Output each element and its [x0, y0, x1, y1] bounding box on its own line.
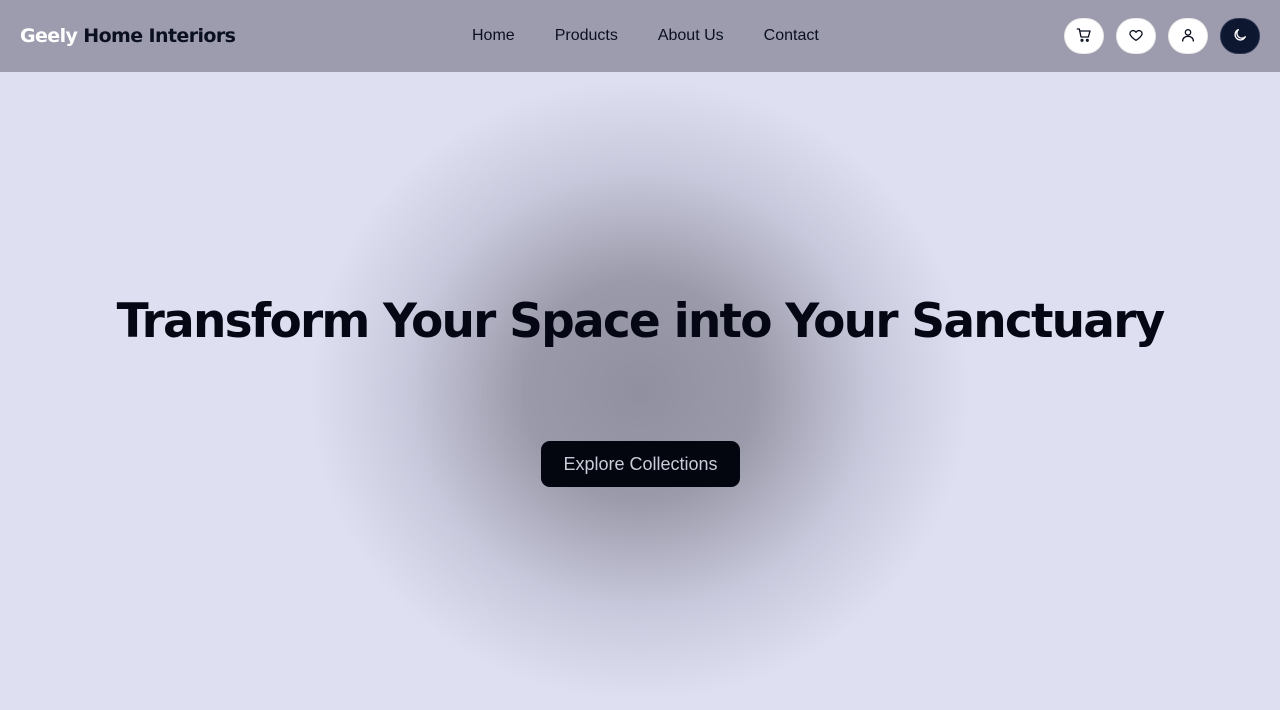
nav-link-products[interactable]: Products	[555, 25, 618, 47]
theme-toggle-button[interactable]	[1220, 18, 1260, 54]
hero-section	[0, 0, 1280, 710]
brand-name-part2: Home Interiors	[83, 25, 236, 47]
nav-link-contact[interactable]: Contact	[764, 25, 819, 47]
moon-icon	[1232, 27, 1248, 46]
nav-link-home[interactable]: Home	[472, 25, 515, 47]
explore-collections-button[interactable]: Explore Collections	[541, 441, 740, 487]
nav-link-about-us[interactable]: About Us	[658, 25, 724, 47]
brand-name-part1: Geely	[20, 25, 78, 47]
navbar: Geely Home Interiors Home Products About…	[0, 0, 1280, 72]
brand-logo[interactable]: Geely Home Interiors	[20, 24, 236, 48]
nav-links: Home Products About Us Contact	[472, 25, 819, 47]
heart-icon	[1128, 27, 1144, 46]
hero-headline: Transform Your Space into Your Sanctuary	[116, 294, 1166, 349]
cart-button[interactable]	[1064, 18, 1104, 54]
account-button[interactable]	[1168, 18, 1208, 54]
wishlist-button[interactable]	[1116, 18, 1156, 54]
cart-icon	[1076, 27, 1092, 46]
nav-actions	[1064, 18, 1260, 54]
user-icon	[1180, 27, 1196, 46]
